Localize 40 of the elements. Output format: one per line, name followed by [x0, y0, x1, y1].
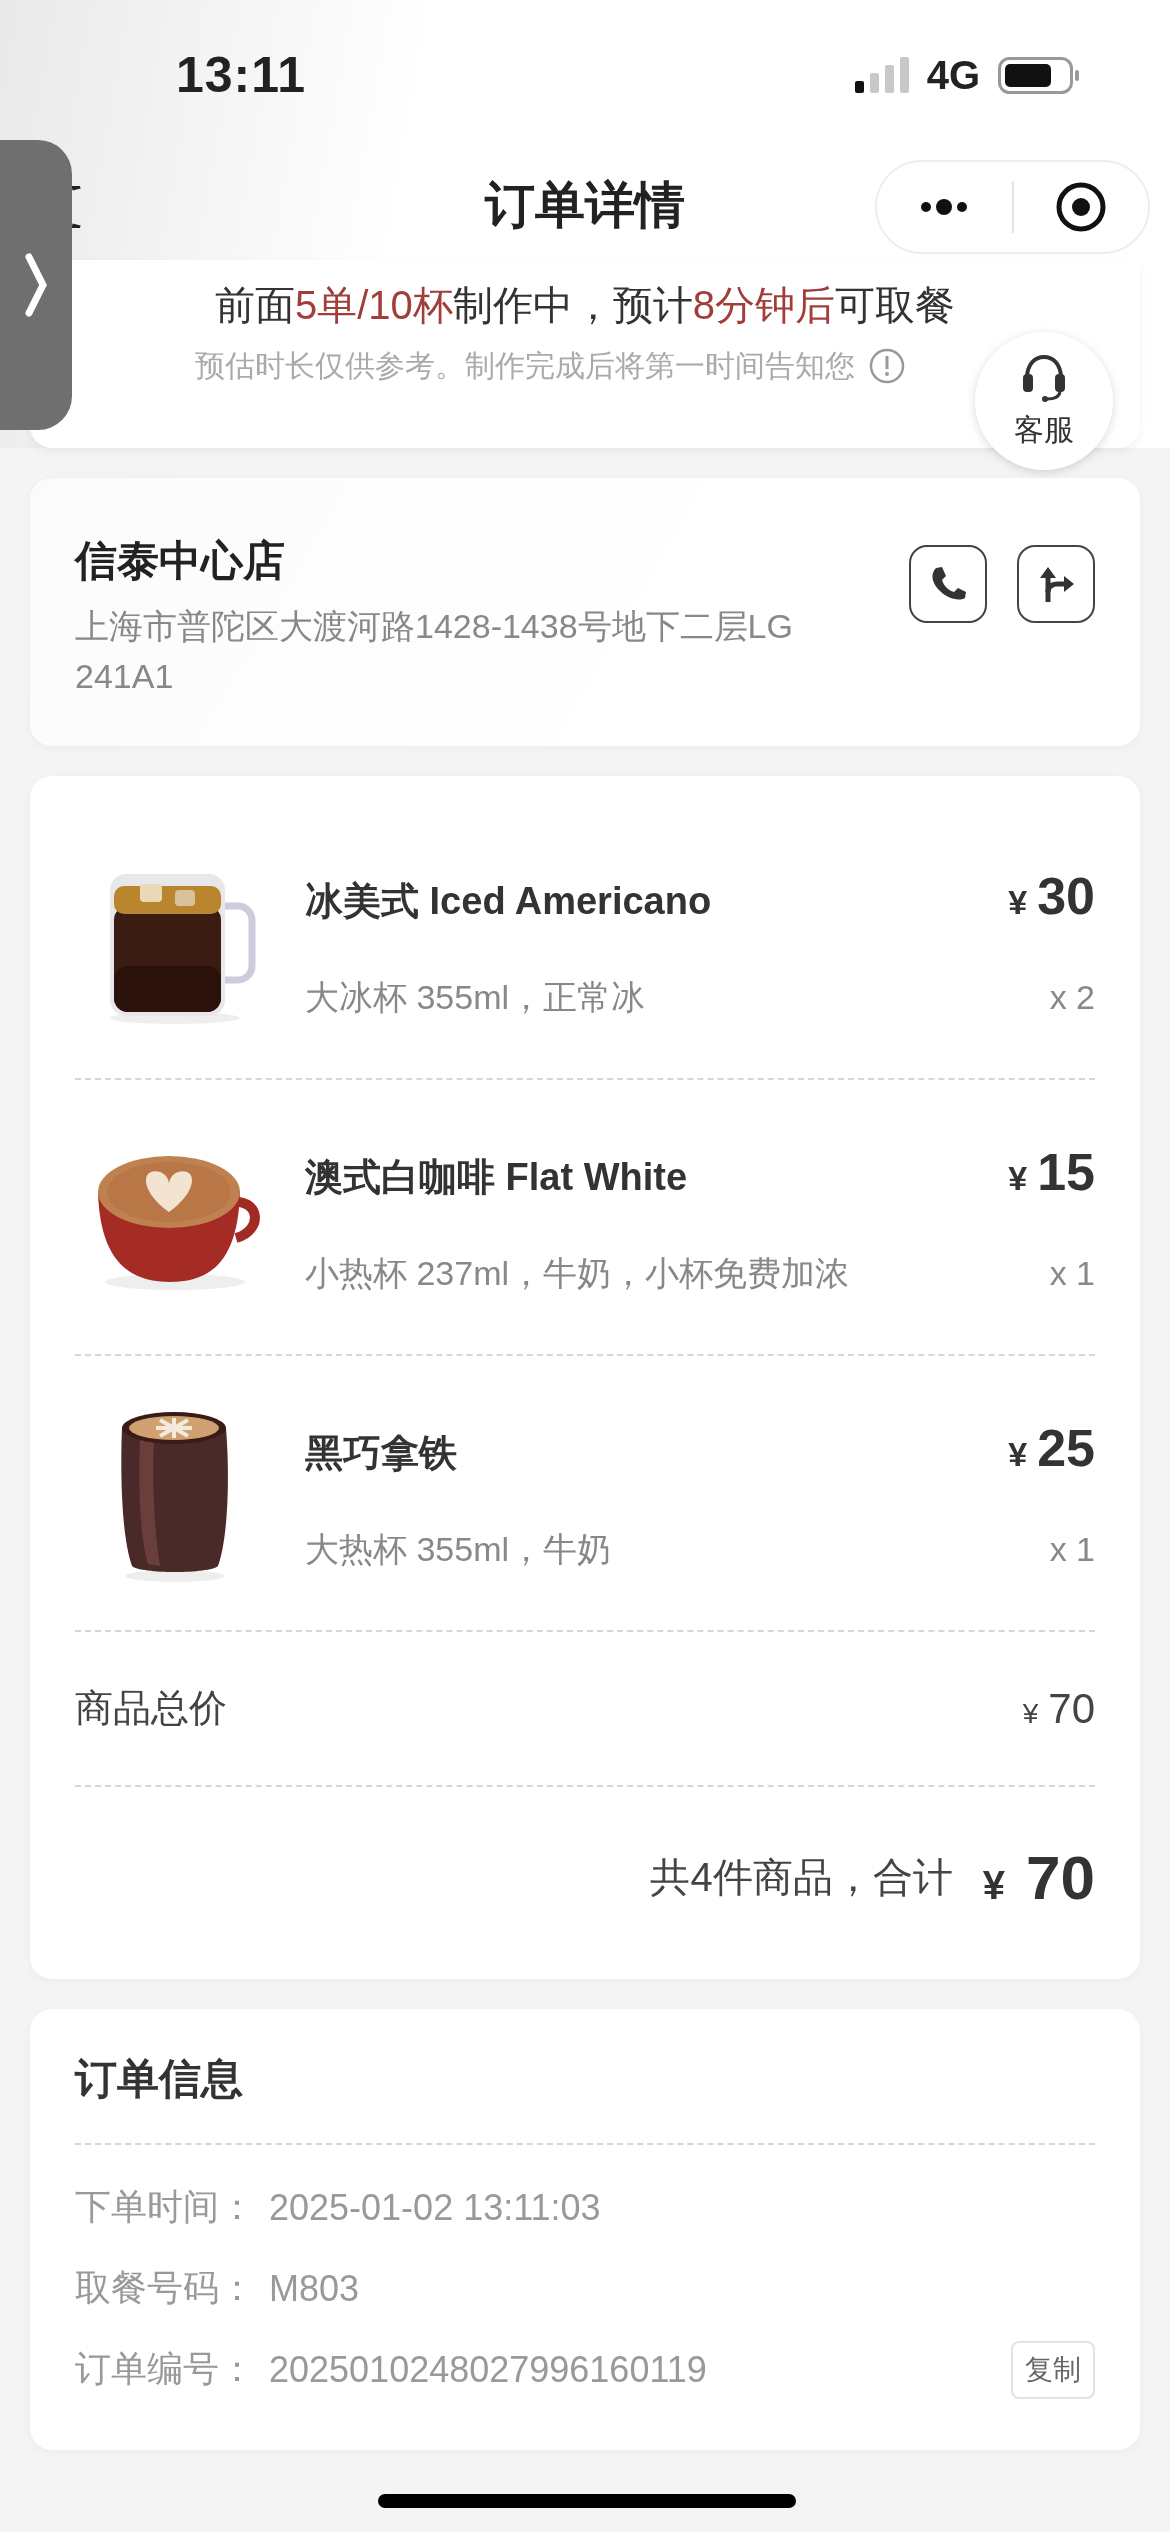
network-label: 4G: [926, 52, 980, 98]
product-quantity: x 2: [1049, 977, 1095, 1018]
info-icon[interactable]: [869, 348, 905, 384]
product-quantity: x 1: [1049, 1253, 1095, 1294]
status-time: 13:11: [176, 46, 307, 104]
info-value: 2025-01-02 13:11:03: [269, 2186, 602, 2229]
section-title: 订单信息: [75, 2049, 1095, 2145]
copy-button[interactable]: 复制: [1011, 2340, 1095, 2399]
product-name: 黑巧拿铁: [305, 1431, 457, 1476]
total-label: 共4件商品，合计: [650, 1853, 953, 1901]
directions-button[interactable]: [1017, 545, 1095, 623]
product-price: ¥ 15: [1008, 1142, 1095, 1202]
product-options: 大热杯 355ml，牛奶: [305, 1524, 612, 1574]
info-label: 取餐号码：: [75, 2266, 255, 2310]
info-value: M803: [269, 2267, 361, 2310]
total-amount: ¥ 70: [982, 1841, 1095, 1913]
page-title: 订单详情: [485, 176, 685, 235]
product-name: 澳式白咖啡 Flat White: [305, 1155, 688, 1200]
info-label: 订单编号：: [75, 2347, 255, 2391]
battery-icon: [998, 56, 1080, 94]
product-options: 小热杯 237ml，牛奶，小杯免费加浓: [305, 1248, 850, 1298]
subtotal-amount: ¥ 70: [1022, 1684, 1095, 1733]
chevron-right-icon: [23, 253, 49, 317]
eta-note: 预估时长仅供参考。制作完成后将第一时间告知您: [195, 348, 855, 384]
eta-message: 前面5单/10杯制作中，预计8分钟后可取餐: [213, 282, 957, 329]
side-drawer-tab[interactable]: [0, 140, 72, 430]
info-label: 下单时间：: [75, 2185, 255, 2229]
signal-icon: [854, 57, 909, 93]
call-button[interactable]: [909, 545, 987, 623]
product-name: 冰美式 Iced Americano: [305, 879, 712, 924]
product-price: ¥ 30: [1008, 866, 1095, 926]
product-price: ¥ 25: [1008, 1418, 1095, 1478]
subtotal-label: 商品总价: [75, 1686, 227, 1731]
product-quantity: x 1: [1049, 1529, 1095, 1570]
close-icon[interactable]: [1054, 181, 1107, 233]
store-name: 信泰中心店: [75, 536, 286, 586]
product-options: 大冰杯 355ml，正常冰: [305, 972, 646, 1022]
more-icon[interactable]: [920, 197, 969, 217]
store-address: 上海市普陀区大渡河路1428-1438号地下二层LG241A1: [75, 606, 794, 697]
info-value: 2025010248027996160119: [269, 2348, 708, 2391]
